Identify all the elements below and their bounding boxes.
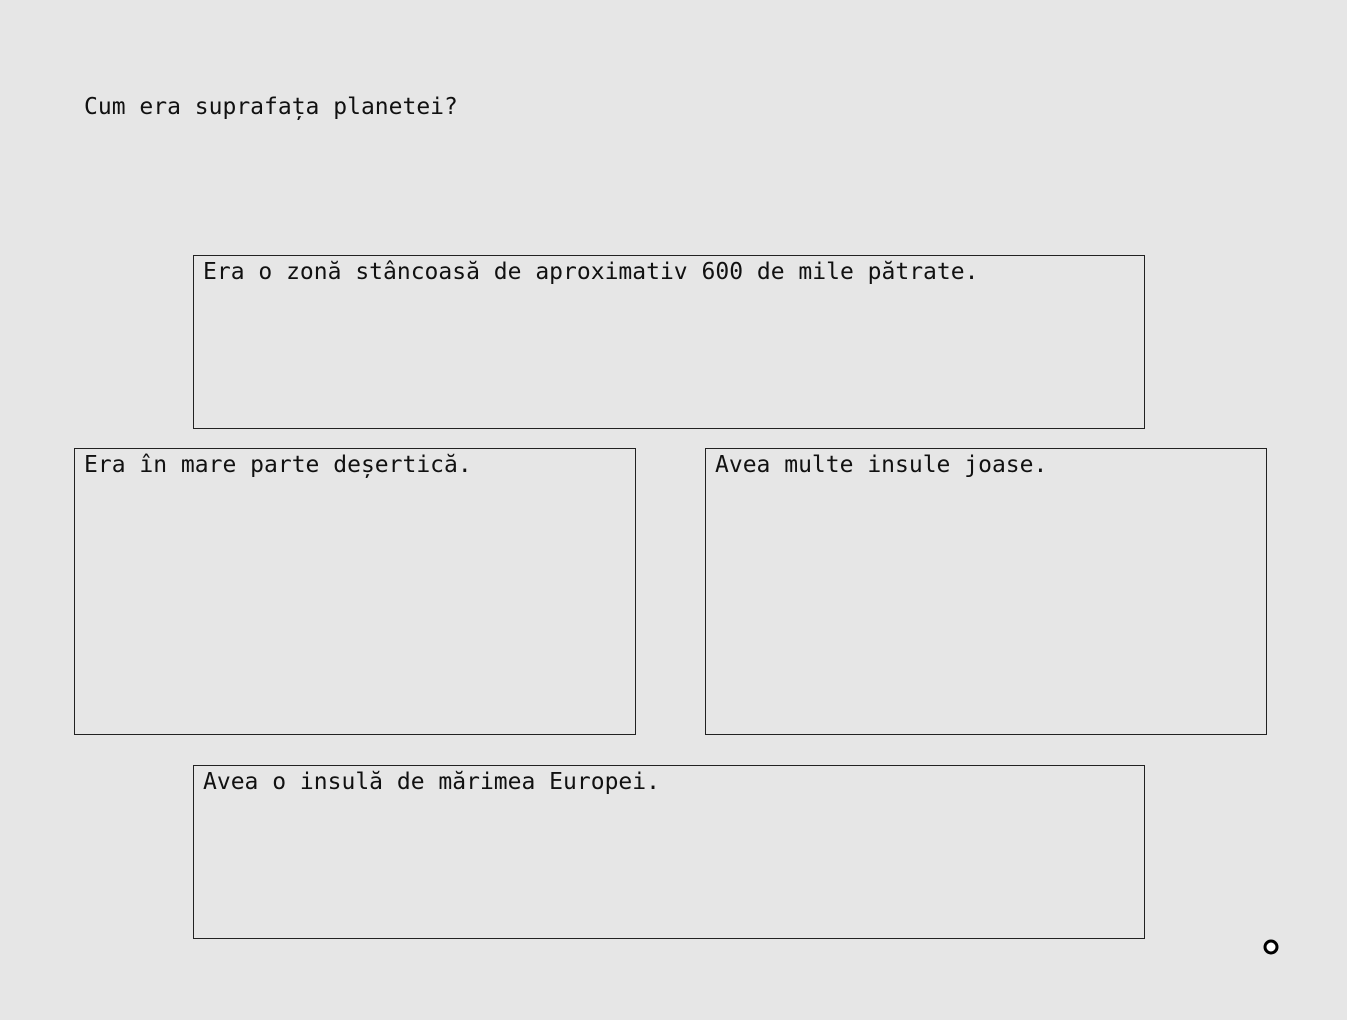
- answer-option-b-label: Era în mare parte deșertică.: [84, 452, 472, 478]
- question-text: Cum era suprafața planetei?: [84, 94, 458, 120]
- answer-option-d-label: Avea o insulă de mărimea Europei.: [203, 769, 660, 795]
- answer-option-a[interactable]: Era o zonă stâncoasă de aproximativ 600 …: [193, 255, 1145, 429]
- cursor-ring-icon: [1263, 939, 1279, 955]
- answer-option-a-label: Era o zonă stâncoasă de aproximativ 600 …: [203, 259, 979, 285]
- answer-option-c[interactable]: Avea multe insule joase.: [705, 448, 1267, 735]
- answer-option-b[interactable]: Era în mare parte deșertică.: [74, 448, 636, 735]
- answer-option-c-label: Avea multe insule joase.: [715, 452, 1048, 478]
- answer-option-d[interactable]: Avea o insulă de mărimea Europei.: [193, 765, 1145, 939]
